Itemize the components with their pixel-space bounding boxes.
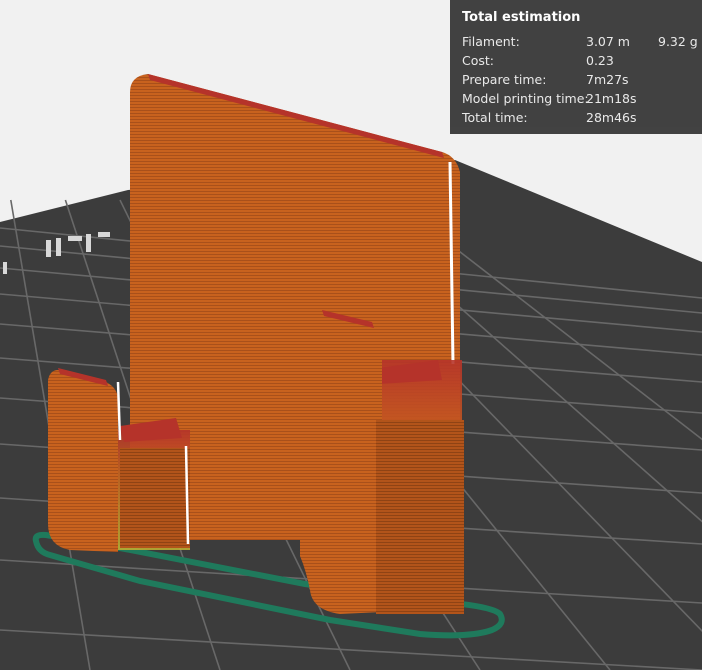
estimation-value: 28m46s [586, 110, 637, 125]
estimation-label: Prepare time: [462, 72, 547, 87]
estimation-row-model-printing-time: Model printing time: 21m18s [462, 89, 690, 108]
estimation-row-prepare-time: Prepare time: 7m27s [462, 70, 690, 89]
estimation-label: Total time: [462, 110, 528, 125]
estimation-value: 7m27s [586, 72, 629, 87]
estimation-value: 0.23 [586, 53, 614, 68]
estimation-title: Total estimation [462, 10, 581, 25]
estimation-label: Model printing time: [462, 91, 589, 106]
estimation-panel: Total estimation Filament: 3.07 m 9.32 g… [450, 0, 702, 134]
estimation-label: Filament: [462, 34, 520, 49]
estimation-row-filament: Filament: 3.07 m 9.32 g [462, 32, 698, 51]
estimation-value: 3.07 m [586, 34, 630, 49]
estimation-row-cost: Cost: 0.23 [462, 51, 690, 70]
estimation-value: 21m18s [586, 91, 637, 106]
estimation-label: Cost: [462, 53, 495, 68]
estimation-row-total-time: Total time: 28m46s [462, 108, 690, 127]
estimation-extra-value: 9.32 g [658, 34, 698, 49]
